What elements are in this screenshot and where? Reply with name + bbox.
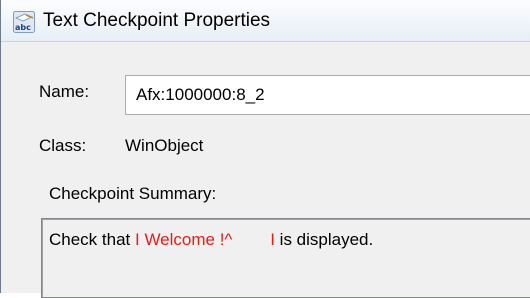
text-checkpoint-properties-dialog: abc Text Checkpoint Properties Name: Afx…: [0, 0, 530, 298]
name-label: Name:: [39, 82, 90, 101]
abc-text-icon: abc: [13, 11, 35, 33]
class-value: WinObject: [125, 136, 204, 155]
name-input-value: Afx:1000000:8_2: [136, 85, 265, 104]
checkpoint-summary-box[interactable]: Check that I Welcome !^ I is displayed.: [41, 218, 530, 298]
summary-spacer: [232, 230, 270, 249]
summary-suffix: is displayed.: [274, 230, 374, 249]
checkpoint-summary-label: Checkpoint Summary:: [49, 184, 217, 203]
summary-prefix: Check that: [49, 230, 135, 249]
name-input[interactable]: Afx:1000000:8_2: [125, 75, 530, 115]
svg-text:abc: abc: [15, 23, 31, 32]
window-title: Text Checkpoint Properties: [43, 10, 271, 31]
checkpoint-summary-text: Check that I Welcome !^ I is displayed.: [49, 230, 373, 250]
class-label: Class:: [39, 136, 87, 155]
summary-highlight-text: I Welcome !^: [135, 230, 233, 249]
title-bar[interactable]: abc Text Checkpoint Properties: [1, 0, 530, 42]
